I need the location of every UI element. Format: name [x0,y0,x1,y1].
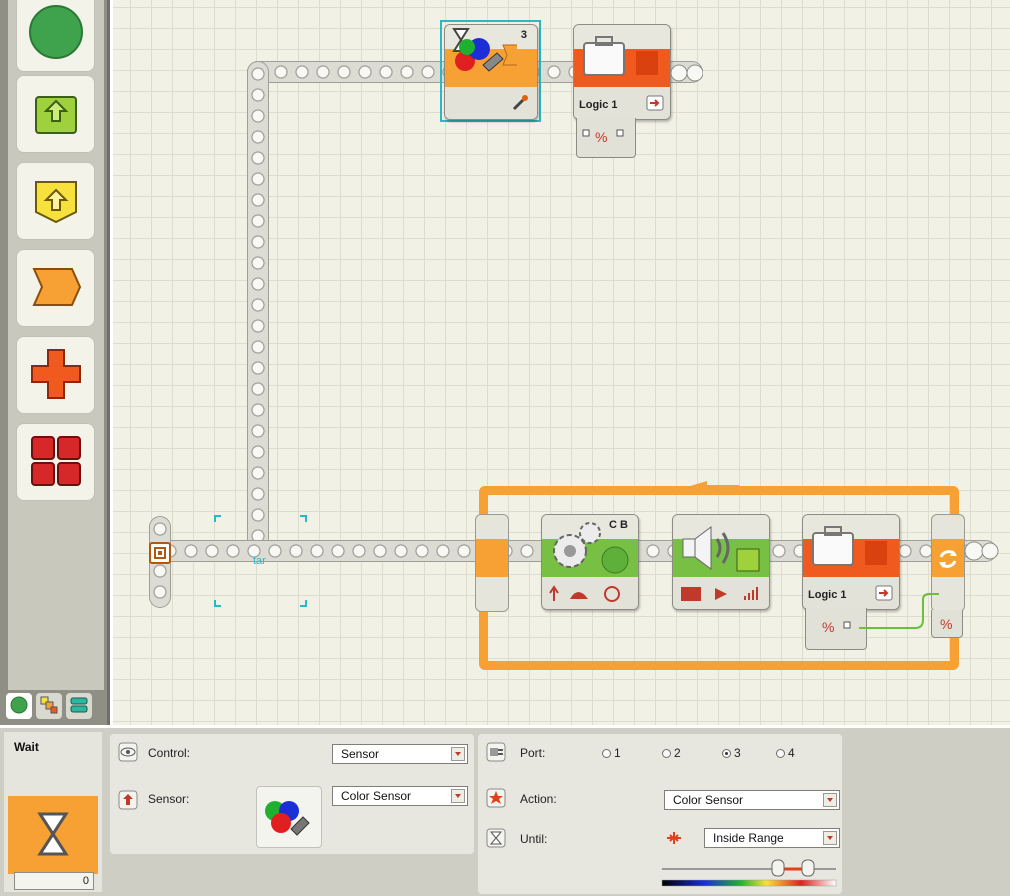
sensor-upload-icon [118,790,138,810]
sound-block[interactable] [672,514,770,610]
orange-flag-icon [28,263,84,314]
logic-data-hub-top[interactable]: % [576,118,636,158]
block-palette [0,0,110,725]
wait-block-badge [8,796,98,874]
sensor-value: Color Sensor [341,789,412,803]
control-value: Sensor [341,747,380,761]
sensor-settings-panel: Control: Sensor Sensor: Color Sensor [110,734,474,854]
sensor-dropdown[interactable]: Color Sensor [332,786,468,806]
sensor-probe-icon [511,94,529,115]
start-point-icon[interactable] [149,542,171,564]
yellow-upload-icon [30,174,82,229]
palette-data-button[interactable] [16,336,95,414]
chevron-down-icon [451,747,465,761]
until-value: Inside Range [713,831,784,845]
port-plug-icon [486,742,506,762]
palette-common-button[interactable] [16,0,95,72]
tab-complete-palette[interactable] [36,693,62,719]
configuration-panel: Wait 0 Control: Sensor Sensor: Color Sen… [0,728,1010,896]
palette-advanced-button[interactable] [16,423,95,501]
loop-repeat-icon [936,547,960,574]
briefcase-icon [811,525,891,572]
wait-color-sensor-block[interactable]: 3 [444,24,538,120]
loop-direction-arrow-icon [683,480,743,497]
green-upload-icon [30,87,82,142]
loop-start-cap[interactable] [475,514,509,612]
logic-block-label: Logic 1 [579,99,618,111]
svg-text:%: % [595,129,607,145]
inside-range-icon [664,828,684,848]
sequence-beam-vertical[interactable] [247,61,269,559]
motor-indicator-icon [600,545,630,578]
beam-end-connector [669,63,704,83]
color-sensor-icon [257,801,321,850]
red-cross-icon [28,346,84,405]
motor-block-ports: C B [609,519,628,531]
block-summary: Wait 0 [4,732,102,892]
color-sensor-icon [455,35,526,86]
port-radio-1[interactable]: 1 [602,746,621,760]
action-label: Action: [520,792,557,806]
hourglass-icon [36,811,70,860]
drop-target-brackets [213,514,308,608]
chevron-down-icon [451,789,465,803]
motor-block[interactable]: C B [541,514,639,610]
color-range-slider[interactable] [660,856,838,890]
data-out-arrow-icon [646,95,664,114]
control-dropdown[interactable]: Sensor [332,744,468,764]
program-canvas[interactable]: tar 3 Logic 1 % % C B Logic 1 % [113,0,1010,725]
hourglass-icon [486,828,506,848]
chevron-down-icon [823,793,837,807]
config-block-title: Wait [14,740,39,754]
logic-block-label: Logic 1 [808,589,847,601]
tab-custom-palette[interactable] [66,693,92,719]
briefcase-icon [582,35,662,82]
port-label: Port: [520,746,546,760]
palette-action-button[interactable] [16,75,95,153]
teal-bars-icon [69,695,89,718]
tab-common-palette[interactable] [6,693,32,719]
beam-end-connector [963,540,999,562]
stacked-blocks-icon [39,695,59,718]
logic-block-top[interactable]: Logic 1 [573,24,671,120]
data-wire[interactable] [843,590,943,640]
green-dot-icon [9,695,29,718]
action-star-icon [486,788,506,808]
green-circle-icon [28,4,84,63]
sensor-label: Sensor: [148,792,190,806]
control-label: Control: [148,746,191,760]
action-dropdown[interactable]: Color Sensor [664,790,840,810]
action-value: Color Sensor [673,793,744,807]
port-radio-4[interactable]: 4 [776,746,795,760]
chevron-down-icon [823,831,837,845]
port-settings-panel: Port: 1 2 3 4 Action: Color Sensor Until… [478,734,842,894]
port-radio-3[interactable]: 3 [722,746,741,760]
until-label: Until: [520,832,548,846]
block-counter: 0 [14,872,94,890]
eye-icon [118,742,138,762]
gears-icon [548,521,604,576]
sound-settings-icons [679,585,763,606]
red-grid-icon [28,433,84,492]
port-radio-2[interactable]: 2 [662,746,681,760]
until-dropdown[interactable]: Inside Range [704,828,840,848]
svg-text:%: % [822,619,834,635]
wait-block-port: 3 [520,29,527,41]
palette-tabs [6,692,102,720]
palette-flow-button[interactable] [16,249,95,327]
sensor-preview [256,786,322,848]
speaker-icon [681,523,761,578]
palette-sensor-button[interactable] [16,162,95,240]
motor-settings-icons [548,583,632,608]
